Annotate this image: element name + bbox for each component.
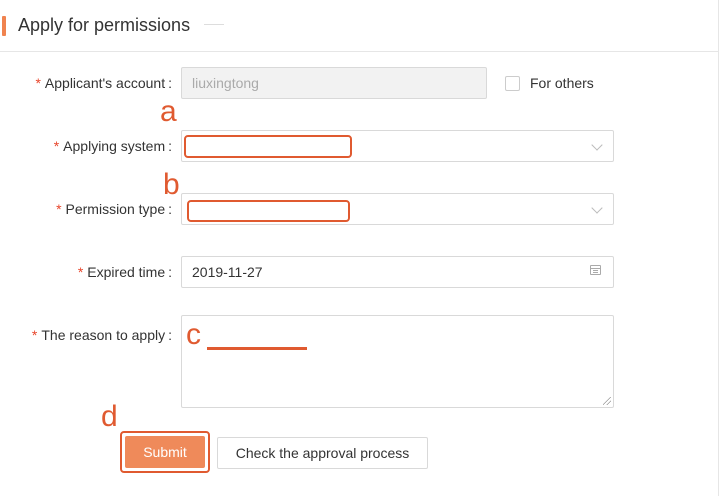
permission-application-page: Apply for permissions * Applicant's accou… xyxy=(0,0,719,496)
annotation-letter-b: b xyxy=(163,168,180,201)
expired-time-datepicker[interactable]: 2019-11-27 xyxy=(181,256,614,288)
permission-type-label: * Permission type: xyxy=(0,201,172,217)
submit-button[interactable]: Submit xyxy=(125,436,205,468)
required-mark: * xyxy=(77,264,84,280)
label-colon: : xyxy=(168,201,172,217)
annotation-letter-d: d xyxy=(101,400,118,433)
chevron-down-icon xyxy=(591,139,603,151)
page-title: Apply for permissions xyxy=(18,15,191,35)
applicant-account-value: liuxingtong xyxy=(192,75,259,91)
applicant-account-input: liuxingtong xyxy=(181,67,487,99)
for-others-checkbox[interactable] xyxy=(505,76,520,91)
header-accent-bar xyxy=(2,16,6,36)
expired-time-value: 2019-11-27 xyxy=(192,264,263,280)
required-mark: * xyxy=(56,201,62,217)
calendar-icon[interactable] xyxy=(590,265,601,275)
header-divider xyxy=(204,24,224,25)
expired-time-label-text: Expired time xyxy=(87,264,166,280)
reason-label-text: The reason to apply xyxy=(41,327,166,343)
label-colon: : xyxy=(168,327,172,343)
label-colon: : xyxy=(168,138,172,154)
reason-label: * The reason to apply: xyxy=(0,327,172,343)
expired-time-label: * Expired time: xyxy=(0,264,172,280)
required-mark: * xyxy=(35,75,41,91)
applicant-account-label: * Applicant's account: xyxy=(0,75,172,91)
for-others-label[interactable]: For others xyxy=(530,75,594,91)
label-colon: : xyxy=(168,264,172,280)
required-mark: * xyxy=(53,138,60,154)
required-mark: * xyxy=(31,327,38,343)
applying-system-label-text: Applying system xyxy=(63,138,166,154)
annotation-letter-a: a xyxy=(160,95,177,128)
chevron-down-icon xyxy=(591,202,603,214)
annotation-underline-c xyxy=(207,347,307,350)
permission-type-label-text: Permission type xyxy=(65,201,166,217)
annotation-box-b xyxy=(187,200,350,222)
annotation-box-a xyxy=(184,135,352,158)
annotation-letter-c: c xyxy=(186,318,201,351)
reason-textarea[interactable] xyxy=(181,315,614,408)
applying-system-label: * Applying system: xyxy=(0,138,172,154)
page-header: Apply for permissions xyxy=(0,0,719,52)
check-approval-process-button[interactable]: Check the approval process xyxy=(217,437,428,469)
applicant-account-label-text: Applicant's account xyxy=(44,75,166,91)
resize-handle-icon[interactable] xyxy=(603,397,611,405)
label-colon: : xyxy=(168,75,172,91)
